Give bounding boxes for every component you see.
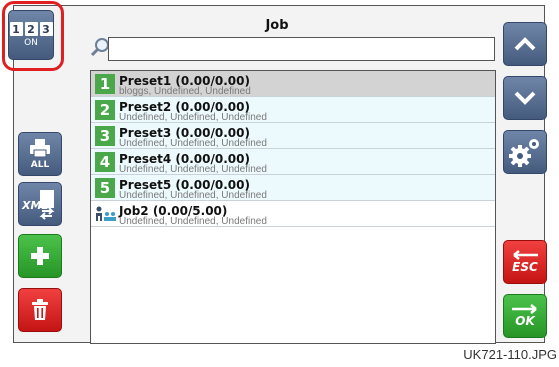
esc-button[interactable]: ESC: [503, 240, 547, 284]
list-item[interactable]: 3 Preset3 (0.00/0.00) Undefined, Undefin…: [91, 123, 495, 149]
scroll-down-button[interactable]: [503, 76, 547, 120]
item-subtitle: Undefined, Undefined, Undefined: [119, 216, 267, 227]
xml-export-icon: XML: [21, 190, 55, 220]
job-people-icon: [96, 206, 116, 221]
digit-2: 2: [24, 22, 38, 36]
search-input[interactable]: [108, 37, 495, 61]
ok-label: OK: [515, 314, 535, 328]
item-subtitle: Undefined, Undefined, Undefined: [119, 190, 267, 201]
item-number-badge: 1: [95, 74, 115, 94]
forward-arrow-icon: [512, 304, 537, 314]
item-subtitle: Undefined, Undefined, Undefined: [119, 164, 267, 175]
list-item[interactable]: 5 Preset5 (0.00/0.00) Undefined, Undefin…: [91, 175, 495, 201]
item-subtitle: Undefined, Undefined, Undefined: [119, 138, 267, 149]
delete-button[interactable]: [18, 288, 62, 332]
item-subtitle: bloggs, Undefined, Undefined: [119, 86, 251, 97]
page-title: Job: [265, 18, 289, 33]
ok-button[interactable]: OK: [503, 294, 547, 338]
digit-1: 1: [9, 22, 23, 36]
numbers-state-label: ON: [24, 38, 38, 48]
chevron-down-icon: [514, 91, 536, 105]
print-all-button[interactable]: ALL: [18, 132, 62, 176]
scroll-up-button[interactable]: [503, 22, 547, 66]
trash-icon: [32, 299, 48, 320]
item-number-badge: 2: [95, 100, 115, 120]
list-item[interactable]: 1 Preset1 (0.00/0.00) bloggs, Undefined,…: [91, 71, 495, 97]
list-item[interactable]: 4 Preset4 (0.00/0.00) Undefined, Undefin…: [91, 149, 495, 175]
list-item[interactable]: 2 Preset2 (0.00/0.00) Undefined, Undefin…: [91, 97, 495, 123]
back-arrow-icon: [513, 250, 538, 260]
plus-icon: [31, 247, 49, 265]
printer-icon: [30, 139, 50, 158]
item-number-badge: 5: [95, 178, 115, 198]
list-item[interactable]: Job2 (0.00/5.00) Undefined, Undefined, U…: [91, 201, 495, 227]
gears-icon: [509, 139, 539, 167]
search-icon: [90, 38, 109, 57]
settings-button[interactable]: [503, 130, 547, 174]
job-list: 1 Preset1 (0.00/0.00) bloggs, Undefined,…: [90, 70, 496, 344]
item-number-badge: 4: [95, 152, 115, 172]
item-number-badge: 3: [95, 126, 115, 146]
print-all-label: ALL: [30, 160, 50, 170]
image-caption: UK721-110.JPG: [463, 347, 557, 362]
digit-3: 3: [39, 22, 53, 36]
xml-export-button[interactable]: XML: [18, 182, 62, 226]
esc-label: ESC: [512, 260, 538, 274]
chevron-up-icon: [514, 37, 536, 51]
item-subtitle: Undefined, Undefined, Undefined: [119, 112, 267, 123]
add-button[interactable]: [18, 234, 62, 278]
numbers-digits: 1 2 3: [9, 22, 53, 36]
numbers-toggle-button[interactable]: 1 2 3 ON: [8, 10, 54, 60]
